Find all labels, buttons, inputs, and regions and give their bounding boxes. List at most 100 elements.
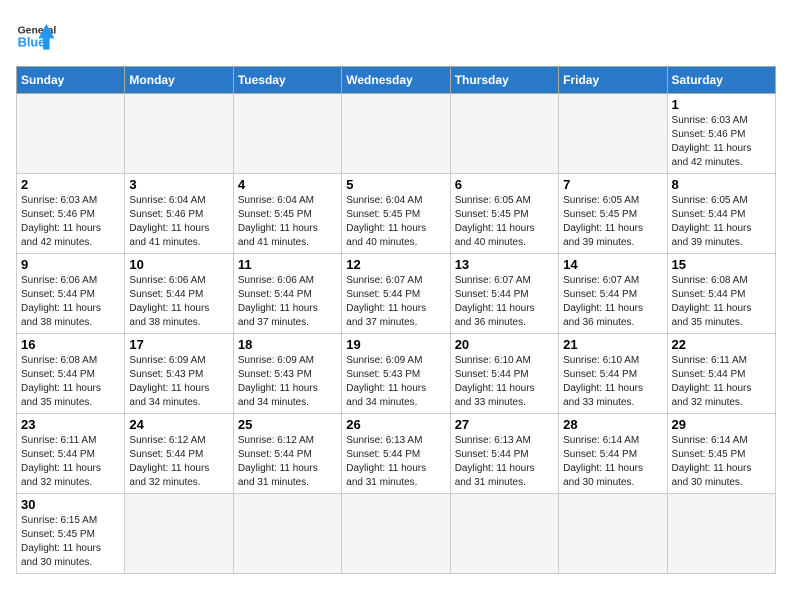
calendar-cell: 19Sunrise: 6:09 AM Sunset: 5:43 PM Dayli… bbox=[342, 334, 450, 414]
weekday-header-tuesday: Tuesday bbox=[233, 67, 341, 94]
calendar-cell: 23Sunrise: 6:11 AM Sunset: 5:44 PM Dayli… bbox=[17, 414, 125, 494]
day-info: Sunrise: 6:05 AM Sunset: 5:44 PM Dayligh… bbox=[672, 194, 771, 250]
day-info: Sunrise: 6:07 AM Sunset: 5:44 PM Dayligh… bbox=[455, 274, 554, 330]
calendar-week-row: 23Sunrise: 6:11 AM Sunset: 5:44 PM Dayli… bbox=[17, 414, 776, 494]
page-header: General Blue bbox=[16, 16, 776, 56]
day-number: 6 bbox=[455, 177, 554, 192]
day-number: 20 bbox=[455, 337, 554, 352]
day-info: Sunrise: 6:11 AM Sunset: 5:44 PM Dayligh… bbox=[672, 354, 771, 410]
day-info: Sunrise: 6:08 AM Sunset: 5:44 PM Dayligh… bbox=[672, 274, 771, 330]
calendar-cell: 10 Sunrise: 6:06 AM Sunset: 5:44 PM Dayli… bbox=[125, 254, 233, 334]
day-info: Sunrise: 6:15 AM Sunset: 5:45 PM Dayligh… bbox=[21, 514, 120, 570]
day-info: Sunrise: 6:09 AM Sunset: 5:43 PM Dayligh… bbox=[238, 354, 337, 410]
calendar-cell: 8 Sunrise: 6:05 AM Sunset: 5:44 PM Daylig… bbox=[667, 174, 775, 254]
day-number: 29 bbox=[672, 417, 771, 432]
calendar-cell bbox=[342, 94, 450, 174]
day-number: 13 bbox=[455, 257, 554, 272]
day-number: 21 bbox=[563, 337, 662, 352]
day-info: Sunrise: 6:04 AM Sunset: 5:46 PM Dayligh… bbox=[129, 194, 228, 250]
day-number: 14 bbox=[563, 257, 662, 272]
day-number: 27 bbox=[455, 417, 554, 432]
calendar-cell bbox=[233, 94, 341, 174]
day-number: 11 bbox=[238, 257, 337, 272]
day-number: 1 bbox=[672, 97, 771, 112]
day-number: 8 bbox=[672, 177, 771, 192]
day-number: 15 bbox=[672, 257, 771, 272]
calendar-cell bbox=[667, 494, 775, 574]
day-info: Sunrise: 6:14 AM Sunset: 5:45 PM Dayligh… bbox=[672, 434, 771, 490]
calendar-cell bbox=[559, 494, 667, 574]
calendar-cell bbox=[450, 494, 558, 574]
calendar-cell: 2Sunrise: 6:03 AM Sunset: 5:46 PM Daylig… bbox=[17, 174, 125, 254]
day-number: 10 bbox=[129, 257, 228, 272]
day-info: Sunrise: 6:03 AM Sunset: 5:46 PM Dayligh… bbox=[21, 194, 120, 250]
calendar-cell: 30 Sunrise: 6:15 AM Sunset: 5:45 PM Dayli… bbox=[17, 494, 125, 574]
calendar-cell bbox=[125, 494, 233, 574]
weekday-header-row: SundayMondayTuesdayWednesdayThursdayFrid… bbox=[17, 67, 776, 94]
calendar-week-row: 16 Sunrise: 6:08 AM Sunset: 5:44 PM Dayli… bbox=[17, 334, 776, 414]
calendar-cell: 20Sunrise: 6:10 AM Sunset: 5:44 PM Dayli… bbox=[450, 334, 558, 414]
calendar-cell: 27 Sunrise: 6:13 AM Sunset: 5:44 PM Dayli… bbox=[450, 414, 558, 494]
calendar-cell bbox=[559, 94, 667, 174]
day-info: Sunrise: 6:12 AM Sunset: 5:44 PM Dayligh… bbox=[238, 434, 337, 490]
day-number: 16 bbox=[21, 337, 120, 352]
calendar-cell: 28 Sunrise: 6:14 AM Sunset: 5:44 PM Dayli… bbox=[559, 414, 667, 494]
calendar-cell: 26 Sunrise: 6:13 AM Sunset: 5:44 PM Dayli… bbox=[342, 414, 450, 494]
day-info: Sunrise: 6:08 AM Sunset: 5:44 PM Dayligh… bbox=[21, 354, 120, 410]
calendar-cell: 11Sunrise: 6:06 AM Sunset: 5:44 PM Dayli… bbox=[233, 254, 341, 334]
day-number: 7 bbox=[563, 177, 662, 192]
day-info: Sunrise: 6:06 AM Sunset: 5:44 PM Dayligh… bbox=[129, 274, 228, 330]
calendar-cell: 25 Sunrise: 6:12 AM Sunset: 5:44 PM Dayli… bbox=[233, 414, 341, 494]
calendar-cell: 1 Sunrise: 6:03 AM Sunset: 5:46 PM Daylig… bbox=[667, 94, 775, 174]
calendar-cell: 29 Sunrise: 6:14 AM Sunset: 5:45 PM Dayli… bbox=[667, 414, 775, 494]
day-info: Sunrise: 6:10 AM Sunset: 5:44 PM Dayligh… bbox=[563, 354, 662, 410]
weekday-header-monday: Monday bbox=[125, 67, 233, 94]
day-info: Sunrise: 6:13 AM Sunset: 5:44 PM Dayligh… bbox=[346, 434, 445, 490]
day-number: 26 bbox=[346, 417, 445, 432]
calendar-week-row: 9 Sunrise: 6:06 AM Sunset: 5:44 PM Daylig… bbox=[17, 254, 776, 334]
day-number: 24 bbox=[129, 417, 228, 432]
day-info: Sunrise: 6:12 AM Sunset: 5:44 PM Dayligh… bbox=[129, 434, 228, 490]
day-info: Sunrise: 6:14 AM Sunset: 5:44 PM Dayligh… bbox=[563, 434, 662, 490]
weekday-header-sunday: Sunday bbox=[17, 67, 125, 94]
day-info: Sunrise: 6:05 AM Sunset: 5:45 PM Dayligh… bbox=[455, 194, 554, 250]
day-number: 4 bbox=[238, 177, 337, 192]
day-info: Sunrise: 6:03 AM Sunset: 5:46 PM Dayligh… bbox=[672, 114, 771, 170]
calendar-cell: 22 Sunrise: 6:11 AM Sunset: 5:44 PM Dayli… bbox=[667, 334, 775, 414]
calendar-table: SundayMondayTuesdayWednesdayThursdayFrid… bbox=[16, 66, 776, 574]
calendar-week-row: 30 Sunrise: 6:15 AM Sunset: 5:45 PM Dayli… bbox=[17, 494, 776, 574]
day-info: Sunrise: 6:05 AM Sunset: 5:45 PM Dayligh… bbox=[563, 194, 662, 250]
day-number: 25 bbox=[238, 417, 337, 432]
logo: General Blue bbox=[16, 16, 56, 56]
calendar-cell: 18 Sunrise: 6:09 AM Sunset: 5:43 PM Dayli… bbox=[233, 334, 341, 414]
day-info: Sunrise: 6:09 AM Sunset: 5:43 PM Dayligh… bbox=[129, 354, 228, 410]
calendar-cell: 13 Sunrise: 6:07 AM Sunset: 5:44 PM Dayli… bbox=[450, 254, 558, 334]
day-info: Sunrise: 6:06 AM Sunset: 5:44 PM Dayligh… bbox=[21, 274, 120, 330]
day-number: 30 bbox=[21, 497, 120, 512]
day-number: 22 bbox=[672, 337, 771, 352]
weekday-header-thursday: Thursday bbox=[450, 67, 558, 94]
calendar-cell: 17Sunrise: 6:09 AM Sunset: 5:43 PM Dayli… bbox=[125, 334, 233, 414]
calendar-week-row: 2Sunrise: 6:03 AM Sunset: 5:46 PM Daylig… bbox=[17, 174, 776, 254]
calendar-cell: 3 Sunrise: 6:04 AM Sunset: 5:46 PM Daylig… bbox=[125, 174, 233, 254]
day-number: 18 bbox=[238, 337, 337, 352]
calendar-cell: 7 Sunrise: 6:05 AM Sunset: 5:45 PM Daylig… bbox=[559, 174, 667, 254]
day-info: Sunrise: 6:07 AM Sunset: 5:44 PM Dayligh… bbox=[346, 274, 445, 330]
weekday-header-wednesday: Wednesday bbox=[342, 67, 450, 94]
calendar-cell bbox=[450, 94, 558, 174]
day-number: 3 bbox=[129, 177, 228, 192]
day-info: Sunrise: 6:13 AM Sunset: 5:44 PM Dayligh… bbox=[455, 434, 554, 490]
calendar-cell: 12 Sunrise: 6:07 AM Sunset: 5:44 PM Dayli… bbox=[342, 254, 450, 334]
calendar-week-row: 1 Sunrise: 6:03 AM Sunset: 5:46 PM Daylig… bbox=[17, 94, 776, 174]
day-number: 9 bbox=[21, 257, 120, 272]
day-number: 12 bbox=[346, 257, 445, 272]
calendar-cell: 21 Sunrise: 6:10 AM Sunset: 5:44 PM Dayli… bbox=[559, 334, 667, 414]
logo-icon: General Blue bbox=[16, 16, 56, 56]
calendar-cell bbox=[17, 94, 125, 174]
calendar-cell: 16 Sunrise: 6:08 AM Sunset: 5:44 PM Dayli… bbox=[17, 334, 125, 414]
day-info: Sunrise: 6:07 AM Sunset: 5:44 PM Dayligh… bbox=[563, 274, 662, 330]
calendar-cell bbox=[233, 494, 341, 574]
weekday-header-saturday: Saturday bbox=[667, 67, 775, 94]
day-info: Sunrise: 6:11 AM Sunset: 5:44 PM Dayligh… bbox=[21, 434, 120, 490]
day-number: 28 bbox=[563, 417, 662, 432]
